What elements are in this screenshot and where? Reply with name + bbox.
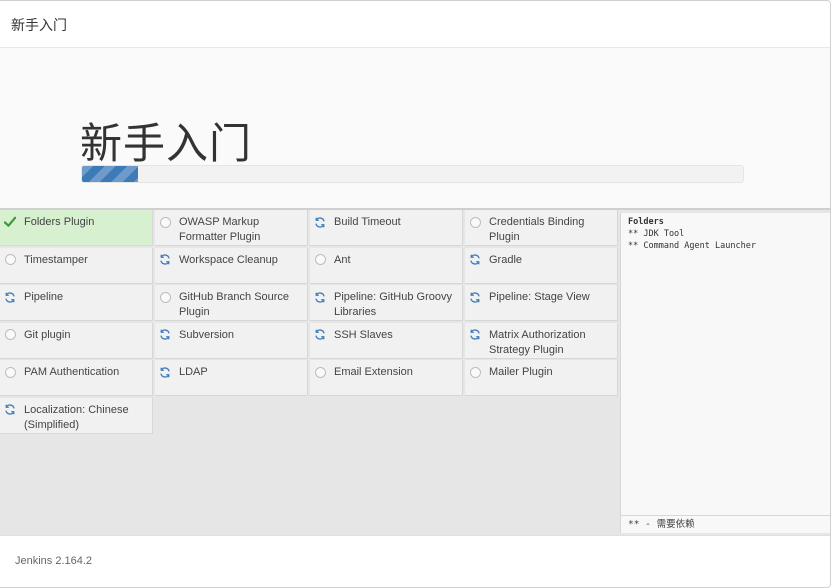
pending-circle-icon <box>314 366 326 378</box>
pending-circle-icon <box>469 366 481 378</box>
pending-circle-icon <box>4 366 16 378</box>
plugin-label: OWASP Markup Formatter Plugin <box>179 216 261 243</box>
refresh-icon <box>4 291 16 303</box>
refresh-icon <box>159 254 171 266</box>
plugin-item: Pipeline <box>0 285 153 321</box>
plugin-item: GitHub Branch Source Plugin <box>155 285 308 321</box>
plugin-label: Folders Plugin <box>24 216 95 228</box>
refresh-icon <box>314 329 326 341</box>
dialog-footer: Jenkins 2.164.2 <box>0 535 830 587</box>
plugin-label: SSH Slaves <box>334 328 393 341</box>
plugin-label: Mailer Plugin <box>489 366 553 378</box>
dialog-header: 新手入门 <box>0 1 830 48</box>
plugin-label: Workspace Cleanup <box>179 253 278 266</box>
plugin-item: PAM Authentication <box>0 360 153 396</box>
plugin-label: LDAP <box>179 366 208 378</box>
plugin-item: Workspace Cleanup <box>155 247 308 284</box>
plugin-label: Localization: Chinese (Simplified) <box>24 403 129 431</box>
refresh-icon <box>469 291 481 303</box>
refresh-icon <box>159 329 171 341</box>
plugin-label: Subversion <box>179 328 235 341</box>
plugin-item: OWASP Markup Formatter Plugin <box>155 210 308 246</box>
plugin-label: GitHub Branch Source Plugin <box>179 291 290 318</box>
pending-circle-icon <box>4 254 16 266</box>
setup-wizard-window: 新手入门 新手入门 Folders Plugin Timestamper Pipel… <box>0 0 831 588</box>
plugin-item: Gradle <box>465 247 618 284</box>
refresh-icon <box>469 254 481 266</box>
plugin-label: Pipeline <box>24 291 64 303</box>
refresh-icon <box>159 366 171 378</box>
plugin-install-area: Folders Plugin Timestamper Pipeline Git plu… <box>0 208 830 535</box>
plugin-label: Build Timeout <box>334 216 401 228</box>
install-progress-bar <box>81 165 744 183</box>
dependency-footnote: ** - 需要依赖 <box>621 515 830 533</box>
plugin-grid: Folders Plugin Timestamper Pipeline Git plu… <box>0 210 620 535</box>
plugin-label: Pipeline: Stage View <box>489 291 590 303</box>
plugin-item: Ant <box>310 247 463 284</box>
plugin-label: PAM Authentication <box>24 366 120 378</box>
hero-banner: 新手入门 <box>0 48 830 208</box>
refresh-icon <box>4 404 16 416</box>
refresh-icon <box>469 329 481 341</box>
plugin-item: Subversion <box>155 322 308 359</box>
install-log: Folders ** JDK Tool ** Command Agent Lau… <box>628 216 756 252</box>
log-line: ** JDK Tool <box>628 229 685 239</box>
plugin-item: Localization: Chinese (Simplified) <box>0 397 153 434</box>
plugin-item: Matrix Authorization Strategy Plugin <box>465 322 618 359</box>
plugin-label: Matrix Authorization Strategy Plugin <box>489 328 586 356</box>
pending-circle-icon <box>159 216 171 228</box>
plugin-item: Credentials Binding Plugin <box>465 210 618 246</box>
refresh-icon <box>314 291 326 303</box>
plugin-item: Pipeline: GitHub Groovy Libraries <box>310 285 463 321</box>
refresh-icon <box>314 216 326 228</box>
plugin-label: Timestamper <box>24 253 88 266</box>
plugin-label: Email Extension <box>334 366 413 378</box>
plugin-item: Folders Plugin <box>0 210 153 246</box>
pending-circle-icon <box>159 291 171 303</box>
plugin-label: Credentials Binding Plugin <box>489 216 585 243</box>
plugin-item: Build Timeout <box>310 210 463 246</box>
plugin-label: Git plugin <box>24 328 71 341</box>
log-title: Folders <box>628 217 664 227</box>
plugin-item: Timestamper <box>0 247 153 284</box>
install-log-panel[interactable]: Folders ** JDK Tool ** Command Agent Lau… <box>620 213 830 533</box>
pending-circle-icon <box>314 254 326 266</box>
plugin-label: Pipeline: GitHub Groovy Libraries <box>334 291 452 318</box>
plugin-item: Pipeline: Stage View <box>465 285 618 321</box>
plugin-item: Email Extension <box>310 360 463 396</box>
pending-circle-icon <box>4 329 16 341</box>
log-line: ** Command Agent Launcher <box>628 241 756 251</box>
plugin-item: Mailer Plugin <box>465 360 618 396</box>
jenkins-version: Jenkins 2.164.2 <box>15 555 93 567</box>
install-progress-fill <box>82 166 138 182</box>
pending-circle-icon <box>469 216 481 228</box>
plugin-item: Git plugin <box>0 322 153 359</box>
plugin-label: Ant <box>334 253 351 266</box>
page-title: 新手入门 <box>80 120 253 167</box>
plugin-item: LDAP <box>155 360 308 396</box>
plugin-label: Gradle <box>489 253 523 266</box>
dialog-title: 新手入门 <box>11 17 67 33</box>
plugin-item: SSH Slaves <box>310 322 463 359</box>
check-icon <box>4 216 16 228</box>
